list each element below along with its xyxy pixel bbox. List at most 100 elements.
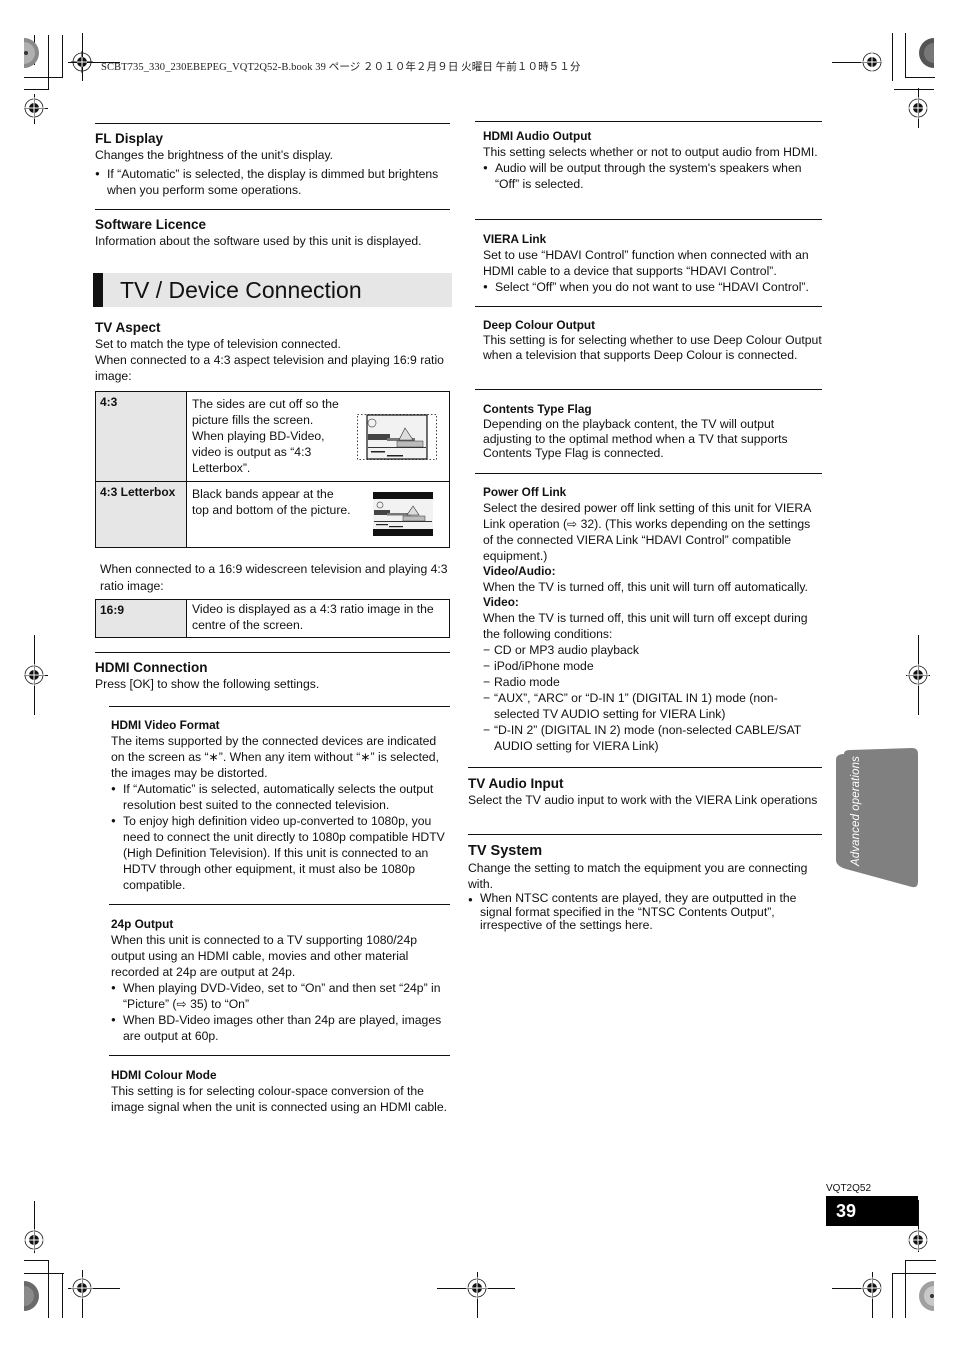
- divider: [109, 706, 450, 707]
- registration-target-icon: [23, 1229, 45, 1251]
- registration-target-icon: [71, 1277, 93, 1299]
- registration-target-icon: [907, 97, 929, 119]
- subsection-title: VIERA Link: [483, 232, 547, 246]
- section-text: Information about the software used by t…: [95, 234, 422, 248]
- registration-target-icon: [861, 1277, 883, 1299]
- table-key: 4:3: [95, 391, 187, 482]
- aspect-table-169: 16:9 Video is displayed as a 4:3 ratio i…: [95, 599, 450, 638]
- section-title: TV System: [468, 843, 543, 859]
- print-header: SCBT735_330_230EBEPEG_VQT2Q52-B.book 39 …: [101, 62, 581, 73]
- crop-mark: [62, 35, 63, 77]
- crop-mark: [24, 77, 63, 78]
- bullet-item: Audio will be output through the system'…: [483, 160, 823, 192]
- registration-target-icon: [23, 664, 45, 686]
- crop-mark: [894, 89, 934, 90]
- registration-target-icon: [466, 1277, 488, 1299]
- deep-colour-output-section: Deep Colour Output This setting is for s…: [483, 318, 823, 362]
- crop-mark: [905, 1260, 906, 1318]
- crop-mark: [62, 1273, 63, 1318]
- section-text: Select the TV audio input to work with t…: [468, 793, 818, 807]
- hdmi-video-format-section: HDMI Video Format The items supported by…: [111, 718, 450, 893]
- section-text: Press [OK] to show the following setting…: [95, 677, 320, 691]
- aspect-note: When connected to a 16:9 widescreen tele…: [100, 561, 450, 595]
- hdmi-connection-section: HDMI Connection Press [OK] to show the f…: [95, 659, 450, 692]
- section-text: Change the setting to match the equipmen…: [468, 861, 808, 891]
- banner-bar: [93, 273, 103, 307]
- color-rosette-icon: [24, 1281, 46, 1311]
- banner-title: TV / Device Connection: [120, 277, 362, 303]
- chapter-side-tab: Advanced operations: [836, 748, 918, 888]
- condition-item: iPod/iPhone mode: [483, 658, 823, 674]
- option-label: Video:: [483, 595, 519, 609]
- table-row: 4:3 The sides are cut off so the picture…: [95, 391, 450, 482]
- divider: [475, 219, 822, 220]
- table-value: Black bands appear at the top and bottom…: [192, 487, 351, 517]
- option-label: Video/Audio:: [483, 564, 556, 578]
- table-value-cell: The sides are cut off so the picture fil…: [186, 391, 450, 482]
- subsection-title: Contents Type Flag: [483, 402, 592, 416]
- aspect-table-43: 4:3 The sides are cut off so the picture…: [95, 391, 450, 548]
- divider: [109, 904, 450, 905]
- subsection-title: 24p Output: [111, 917, 174, 931]
- section-title: TV Audio Input: [468, 776, 564, 791]
- table-value-cell: Black bands appear at the top and bottom…: [186, 481, 450, 548]
- table-row: 4:3 Letterbox Black bands appear at the …: [95, 481, 450, 548]
- section-text: Select the desired power off link settin…: [483, 501, 811, 563]
- table-key: 4:3 Letterbox: [95, 481, 187, 548]
- registration-target-icon: [71, 51, 93, 73]
- crop-mark: [24, 1260, 49, 1261]
- table-key: 16:9: [95, 599, 187, 638]
- contents-type-flag-section: Contents Type Flag Depending on the play…: [483, 402, 823, 461]
- page-number: 39: [836, 1201, 857, 1221]
- divider: [95, 123, 450, 124]
- crop-mark: [905, 77, 935, 78]
- bullet-item: Select “Off” when you do not want to use…: [483, 279, 823, 295]
- section-text: This setting is for selecting whether to…: [483, 333, 822, 362]
- crop-mark: [24, 1273, 64, 1274]
- section-text: This setting is for selecting colour-spa…: [111, 1084, 448, 1114]
- registration-target-icon: [23, 97, 45, 119]
- tv-system-section: TV System Change the setting to match th…: [468, 842, 824, 933]
- bullet-item: When NTSC contents are played, they are …: [468, 891, 824, 933]
- bullet-item: When BD-Video images other than 24p are …: [111, 1012, 450, 1044]
- section-title: Software Licence: [95, 217, 207, 232]
- divider: [475, 306, 822, 307]
- bullet-item: If “Automatic” is selected, the display …: [95, 166, 450, 198]
- section-text: When connected to a 4:3 aspect televisio…: [95, 353, 444, 383]
- crop-mark: [892, 1273, 936, 1274]
- divider: [109, 1055, 450, 1056]
- condition-item: “AUX”, “ARC” or “D-IN 1” (DIGITAL IN 1) …: [483, 690, 823, 722]
- crop-mark: [48, 35, 49, 89]
- section-text: This setting selects whether or not to o…: [483, 145, 818, 159]
- section-text: Set to use “HDAVI Control” function when…: [483, 248, 809, 278]
- letterbox-tv-illustration: [373, 492, 433, 540]
- condition-item: CD or MP3 audio playback: [483, 642, 823, 658]
- section-title: HDMI Connection: [95, 660, 208, 675]
- subsection-title: HDMI Video Format: [111, 718, 220, 732]
- fl-display-section: FL Display Changes the brightness of the…: [95, 130, 450, 198]
- subsection-title: HDMI Colour Mode: [111, 1068, 217, 1082]
- subsection-title: Power Off Link: [483, 485, 567, 499]
- section-text: The items supported by the connected dev…: [111, 734, 439, 780]
- table-value: Video is displayed as a 4:3 ratio image …: [186, 599, 450, 638]
- section-banner: TV / Device Connection: [93, 273, 452, 307]
- bullet-item: If “Automatic” is selected, automaticall…: [111, 781, 450, 813]
- bullet-item: To enjoy high definition video up-conver…: [111, 813, 450, 893]
- page-number-box: 39: [826, 1196, 918, 1226]
- divider: [95, 209, 450, 210]
- section-text: Set to match the type of television conn…: [95, 337, 341, 351]
- crop-mark: [905, 33, 906, 77]
- crop-mark: [24, 89, 49, 90]
- section-text: Depending on the playback content, the T…: [483, 417, 788, 460]
- bullet-item: When playing DVD-Video, set to “On” and …: [111, 980, 450, 1012]
- power-off-link-section: Power Off Link Select the desired power …: [483, 485, 823, 754]
- crop-mark: [48, 1260, 49, 1318]
- divider: [468, 834, 822, 835]
- subsection-title: HDMI Audio Output: [483, 129, 592, 143]
- crop-mark: [892, 1273, 893, 1318]
- hdmi-colour-mode-section: HDMI Colour Mode This setting is for sel…: [111, 1068, 450, 1115]
- color-rosette-icon: [912, 38, 934, 68]
- document-number: VQT2Q52: [826, 1183, 872, 1194]
- option-text: When the TV is turned off, this unit wil…: [483, 611, 808, 641]
- section-title: TV Aspect: [95, 320, 161, 335]
